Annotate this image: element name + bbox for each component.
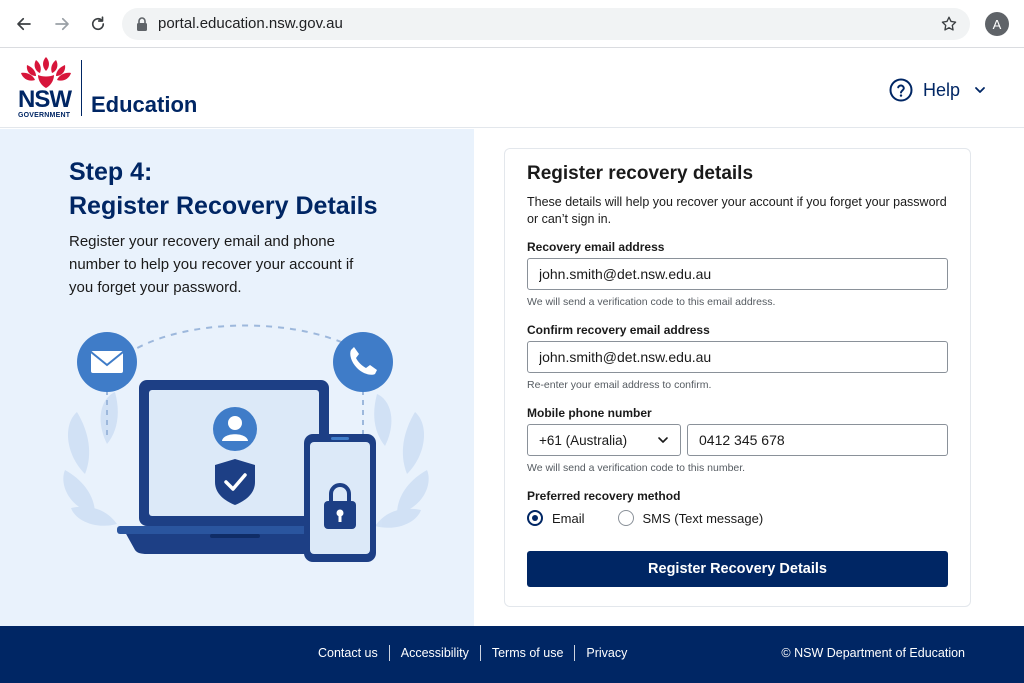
footer-link-privacy[interactable]: Privacy [575, 646, 638, 660]
step-number: Step 4: [69, 158, 153, 186]
security-illustration [63, 324, 429, 562]
url-text: portal.education.nsw.gov.au [158, 15, 343, 32]
waratah-logo-icon [21, 57, 71, 88]
form-area: Register recovery details These details … [474, 129, 1024, 626]
step-description: Register your recovery email and phone n… [69, 233, 354, 296]
recovery-email-input[interactable] [527, 258, 948, 290]
confirm-email-label: Confirm recovery email address [527, 323, 710, 337]
step-heading: Register Recovery Details [69, 192, 378, 220]
footer-copyright: © NSW Department of Education [781, 646, 965, 660]
form-title: Register recovery details [527, 163, 754, 184]
site-header: NSW GOVERNMENT Education Help [0, 48, 1024, 128]
confirm-email-input[interactable] [527, 341, 948, 373]
radio-sms-dot[interactable] [617, 510, 634, 526]
brand-name: Education [91, 92, 198, 117]
arrow-left-icon [17, 17, 31, 31]
radio-sms[interactable]: SMS (Text message) [617, 510, 764, 526]
radio-email-label: Email [552, 510, 585, 526]
country-code-select[interactable]: +61 (Australia) [527, 424, 681, 456]
profile-avatar[interactable]: A [985, 12, 1009, 36]
footer-separator [479, 645, 481, 661]
form-description: These details will help you recover your… [527, 195, 947, 226]
step-title: Step 4: Register Recovery Details [69, 155, 449, 223]
forward-button[interactable] [50, 12, 74, 36]
intro-panel: Step 4: Register Recovery Details Regist… [0, 129, 474, 626]
mobile-phone-input[interactable] [687, 424, 948, 456]
footer-separator [574, 645, 576, 661]
reload-button[interactable] [86, 12, 110, 36]
question-circle-icon [889, 78, 913, 102]
recovery-form-card: Register recovery details These details … [504, 148, 971, 607]
country-code-value: +61 (Australia) [539, 432, 628, 448]
logo-wordmark: NSW [18, 86, 72, 113]
phone-label: Mobile phone number [527, 406, 652, 420]
lock-icon [137, 17, 147, 31]
phone-circle-icon [333, 332, 393, 392]
mobile-phone-icon [304, 434, 376, 562]
recovery-method-label: Preferred recovery method [527, 489, 681, 503]
help-label: Help [923, 79, 961, 100]
arrow-right-icon [55, 17, 69, 31]
leaf-decoration-right-icon [374, 394, 429, 528]
footer-link-contact[interactable]: Contact us [307, 646, 389, 660]
logo-subtext: GOVERNMENT [18, 112, 71, 119]
bookmark-star-icon[interactable] [940, 15, 958, 33]
logo-divider [81, 60, 82, 116]
user-avatar-icon [213, 407, 257, 451]
browser-toolbar: portal.education.nsw.gov.au A [0, 0, 1024, 48]
chevron-down-icon [975, 87, 985, 93]
back-button[interactable] [12, 12, 36, 36]
chevron-down-icon [658, 437, 668, 443]
radio-sms-label: SMS (Text message) [642, 510, 764, 526]
footer-link-terms[interactable]: Terms of use [481, 646, 575, 660]
reload-icon [91, 16, 105, 31]
email-hint: We will send a verification code to this… [527, 296, 776, 308]
radio-email-dot[interactable] [527, 510, 543, 526]
footer-link-accessibility[interactable]: Accessibility [390, 646, 480, 660]
radio-email[interactable]: Email [527, 510, 585, 526]
footer-links: Contact us Accessibility Terms of use Pr… [307, 645, 638, 661]
footer-separator [388, 645, 390, 661]
help-menu-button[interactable]: Help [889, 78, 986, 102]
site-footer: Contact us Accessibility Terms of use Pr… [0, 626, 1024, 683]
recovery-method-group: Email SMS (Text message) [527, 510, 763, 526]
phone-hint: We will send a verification code to this… [527, 462, 746, 474]
register-recovery-details-button[interactable]: Register Recovery Details [527, 551, 948, 587]
email-circle-icon [77, 332, 137, 392]
leaf-decoration-left-icon [63, 392, 118, 526]
email-label: Recovery email address [527, 240, 665, 254]
address-bar[interactable]: portal.education.nsw.gov.au [122, 8, 970, 40]
nsw-government-logo[interactable]: NSW GOVERNMENT [16, 55, 76, 119]
confirm-email-hint: Re-enter your email address to confirm. [527, 379, 712, 391]
